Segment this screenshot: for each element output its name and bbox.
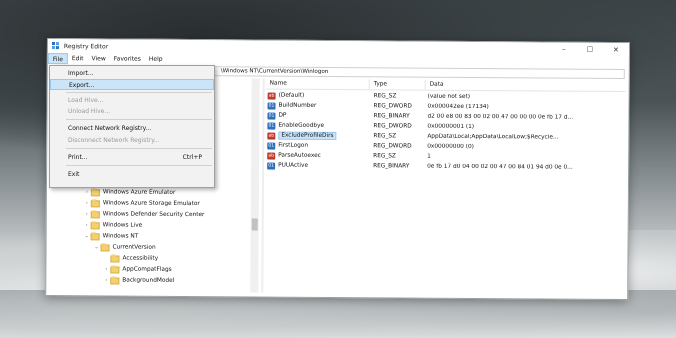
value-type: REG_DWORD xyxy=(373,103,412,110)
expand-icon[interactable]: › xyxy=(83,222,91,228)
values-list: Name Type Data ab (Default) REG_SZ (value… xyxy=(264,78,626,296)
value-type: REG_DWORD xyxy=(373,143,412,150)
value-row[interactable]: 01 PUUActive REG_BINARY 0e fb 17 d0 04 00… xyxy=(265,161,625,174)
column-type[interactable]: Type xyxy=(369,79,426,90)
value-type: REG_SZ xyxy=(373,133,397,140)
value-name: ExcludeProfileDirs xyxy=(278,131,337,141)
value-data: 0x000042ee (17134) xyxy=(427,103,489,111)
folder-icon xyxy=(90,221,100,229)
print-shortcut: Ctrl+P xyxy=(182,154,202,161)
menu-item-load-hive[interactable]: Load Hive... xyxy=(50,95,214,106)
tree-item-currentversion[interactable]: ⌄ CurrentVersion xyxy=(93,242,156,252)
folder-icon xyxy=(110,254,120,263)
folder-open-icon xyxy=(90,232,100,240)
registry-editor-icon xyxy=(51,42,60,50)
menu-item-print-label: Print... xyxy=(68,154,88,161)
window-title: Registry Editor xyxy=(63,42,109,50)
menu-separator xyxy=(66,148,212,149)
tree-item-windows-azure-storage-emulator[interactable]: › Windows Azure Storage Emulator xyxy=(83,198,200,209)
value-name: ParseAutoexec xyxy=(278,152,321,159)
close-button[interactable]: ✕ xyxy=(603,43,629,57)
tree-item-appcompatflags[interactable]: › AppCompatFlags xyxy=(102,264,172,274)
value-name: (Default) xyxy=(278,92,305,99)
menu-item-unload-hive[interactable]: Unload Hive... xyxy=(50,106,214,117)
tree-item-windows-live[interactable]: › Windows Live xyxy=(83,220,143,230)
value-type: REG_DWORD xyxy=(373,123,412,130)
menu-edit[interactable]: Edit xyxy=(68,53,88,64)
value-data: d2 00 e8 00 83 00 02 00 47 00 00 00 0e f… xyxy=(427,113,574,121)
folder-open-icon xyxy=(100,243,110,251)
collapse-icon[interactable]: ⌄ xyxy=(93,244,101,250)
menu-item-import[interactable]: Import... xyxy=(50,68,214,79)
folder-icon xyxy=(110,265,120,274)
string-value-icon: ab xyxy=(267,132,276,140)
expand-icon[interactable]: › xyxy=(83,189,91,195)
expand-icon[interactable]: › xyxy=(83,200,91,206)
string-value-icon: ab xyxy=(267,92,276,100)
value-data: (value not set) xyxy=(427,93,471,100)
tree-item-accessibility[interactable]: Accessibility xyxy=(102,253,158,263)
file-menu-dropdown: Import... Export... Load Hive... Unload … xyxy=(49,65,215,188)
value-type: REG_SZ xyxy=(373,153,396,160)
menu-favorites[interactable]: Favorites xyxy=(110,53,145,64)
binary-value-icon: 01 xyxy=(267,102,276,110)
value-data: 1 xyxy=(427,153,431,160)
expand-icon[interactable]: › xyxy=(102,266,110,272)
tree-item-backgroundmodel[interactable]: › BackgroundModel xyxy=(102,275,174,286)
menu-item-print[interactable]: Print... Ctrl+P xyxy=(50,152,214,163)
menu-separator xyxy=(66,165,212,166)
value-name: DP xyxy=(278,112,287,119)
folder-icon xyxy=(90,188,100,196)
value-type: REG_BINARY xyxy=(373,163,410,170)
column-data[interactable]: Data xyxy=(426,80,626,91)
expand-icon[interactable]: › xyxy=(102,277,110,283)
value-name: FirstLogon xyxy=(278,142,309,149)
scrollbar-thumb[interactable] xyxy=(251,218,258,231)
collapse-icon[interactable]: ⌄ xyxy=(83,233,91,239)
value-name: PUUActive xyxy=(278,162,309,169)
menu-separator xyxy=(66,119,212,120)
menu-item-export[interactable]: Export... xyxy=(50,79,214,90)
value-data: AppData\Local;AppData\LocalLow;$Recycle.… xyxy=(427,133,559,141)
binary-value-icon: 01 xyxy=(267,112,276,120)
expand-icon[interactable]: › xyxy=(83,211,91,217)
menu-item-disconnect-network-registry[interactable]: Disconnect Network Registry... xyxy=(50,135,214,146)
binary-value-icon: 01 xyxy=(267,162,276,170)
value-name: EnableGoodbye xyxy=(278,122,325,129)
menu-separator xyxy=(66,92,212,93)
value-type: REG_BINARY xyxy=(373,113,410,120)
binary-value-icon: 01 xyxy=(267,142,276,150)
string-value-icon: ab xyxy=(267,152,276,160)
tree-item-windows-azure-emulator[interactable]: › Windows Azure Emulator xyxy=(83,187,175,198)
value-data: 0e fb 17 d0 04 00 02 00 47 00 84 01 94 d… xyxy=(427,163,573,171)
tree-scrollbar[interactable] xyxy=(250,78,260,293)
value-data: 0x00000001 (1) xyxy=(427,123,475,130)
maximize-button[interactable]: ☐ xyxy=(577,43,603,57)
menu-item-exit[interactable]: Exit xyxy=(50,169,214,180)
folder-icon xyxy=(90,210,100,218)
binary-value-icon: 01 xyxy=(267,122,276,130)
menu-view[interactable]: View xyxy=(87,53,109,64)
value-name: BuildNumber xyxy=(278,102,317,109)
minimize-button[interactable]: – xyxy=(551,43,577,57)
menu-file[interactable]: File xyxy=(47,53,68,65)
tree-item-windows-defender-security-center[interactable]: › Windows Defender Security Center xyxy=(83,209,205,220)
column-name[interactable]: Name xyxy=(265,78,370,90)
folder-icon xyxy=(110,276,120,285)
value-data: 0x00000000 (0) xyxy=(427,143,474,150)
menu-help[interactable]: Help xyxy=(145,54,167,65)
menu-item-connect-network-registry[interactable]: Connect Network Registry... xyxy=(50,123,214,134)
folder-icon xyxy=(90,199,100,207)
value-type: REG_SZ xyxy=(373,93,397,100)
window-controls: – ☐ ✕ xyxy=(551,43,629,58)
tree-item-windows-nt[interactable]: ⌄ Windows NT xyxy=(83,231,139,241)
